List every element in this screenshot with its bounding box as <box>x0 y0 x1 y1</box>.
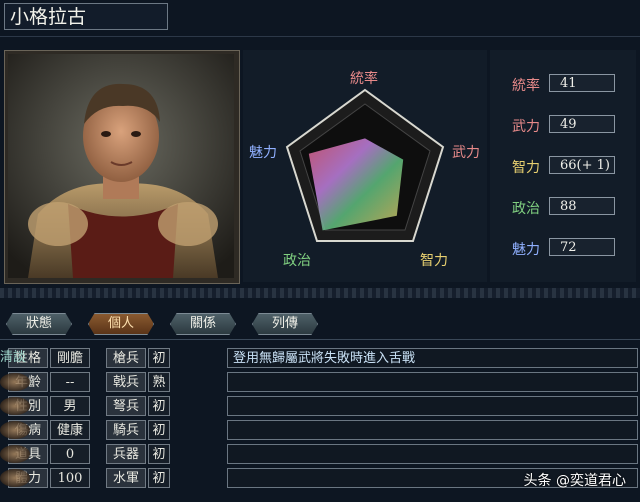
tab-personal[interactable]: 個人 <box>88 313 154 335</box>
personal-value: 0 <box>50 444 90 464</box>
troop-aptitude: 熟 <box>148 372 170 392</box>
stat-value: 72 <box>549 238 615 256</box>
troop-label: 弩兵 <box>106 396 146 416</box>
skill-description: 登用無歸屬武將失敗時進入舌戰 <box>227 348 638 368</box>
stat-label: 智力 <box>512 160 540 176</box>
radar-label-left: 魅力 <box>249 145 277 161</box>
skill-description <box>227 444 638 464</box>
troop-aptitude: 初 <box>148 444 170 464</box>
troop-aptitude: 初 <box>148 468 170 488</box>
radar-value-polygon <box>308 138 404 231</box>
troop-label: 戟兵 <box>106 372 146 392</box>
header-divider <box>0 36 640 37</box>
general-portrait <box>8 54 234 278</box>
troop-aptitude: 初 <box>148 420 170 440</box>
troop-label: 兵器 <box>106 444 146 464</box>
tab-biography[interactable]: 列傳 <box>252 313 318 335</box>
skill-icon[interactable] <box>0 373 30 391</box>
skill-icon[interactable] <box>0 445 30 463</box>
stat-label: 魅力 <box>512 242 540 258</box>
stat-value: 88 <box>549 197 615 215</box>
stat-value: 41 <box>549 74 615 92</box>
skill-icon[interactable] <box>0 397 30 415</box>
stat-label: 統率 <box>512 78 540 94</box>
tab-relations[interactable]: 關係 <box>170 313 236 335</box>
general-name: 小格拉古 <box>4 3 168 30</box>
personal-value: -- <box>50 372 90 392</box>
troop-label: 槍兵 <box>106 348 146 368</box>
stat-label: 武力 <box>512 119 540 135</box>
skill-icon[interactable] <box>0 469 30 487</box>
skill-icon[interactable]: 清談 <box>0 349 30 367</box>
radar-label-bottom-left: 政治 <box>283 253 311 269</box>
skill-description <box>227 396 638 416</box>
radar-label-top: 統率 <box>350 71 378 87</box>
radar-label-right: 武力 <box>452 145 480 161</box>
stat-label: 政治 <box>512 201 540 217</box>
watermark: 头条 @奕道君心 <box>523 473 626 489</box>
personal-value: 男 <box>50 396 90 416</box>
skill-description <box>227 372 638 392</box>
troop-aptitude: 初 <box>148 396 170 416</box>
skill-icon[interactable] <box>0 421 30 439</box>
radar-label-bottom-right: 智力 <box>420 253 448 269</box>
tab-status[interactable]: 狀態 <box>6 313 72 335</box>
stat-value: 66(+ 1) <box>549 156 615 174</box>
stat-value: 49 <box>549 115 615 133</box>
troop-label: 騎兵 <box>106 420 146 440</box>
troop-aptitude: 初 <box>148 348 170 368</box>
personal-value: 健康 <box>50 420 90 440</box>
troop-label: 水軍 <box>106 468 146 488</box>
personal-value: 剛膽 <box>50 348 90 368</box>
skill-description <box>227 420 638 440</box>
personal-value: 100 <box>50 468 90 488</box>
section-divider <box>0 288 640 298</box>
tab-divider <box>0 339 640 340</box>
